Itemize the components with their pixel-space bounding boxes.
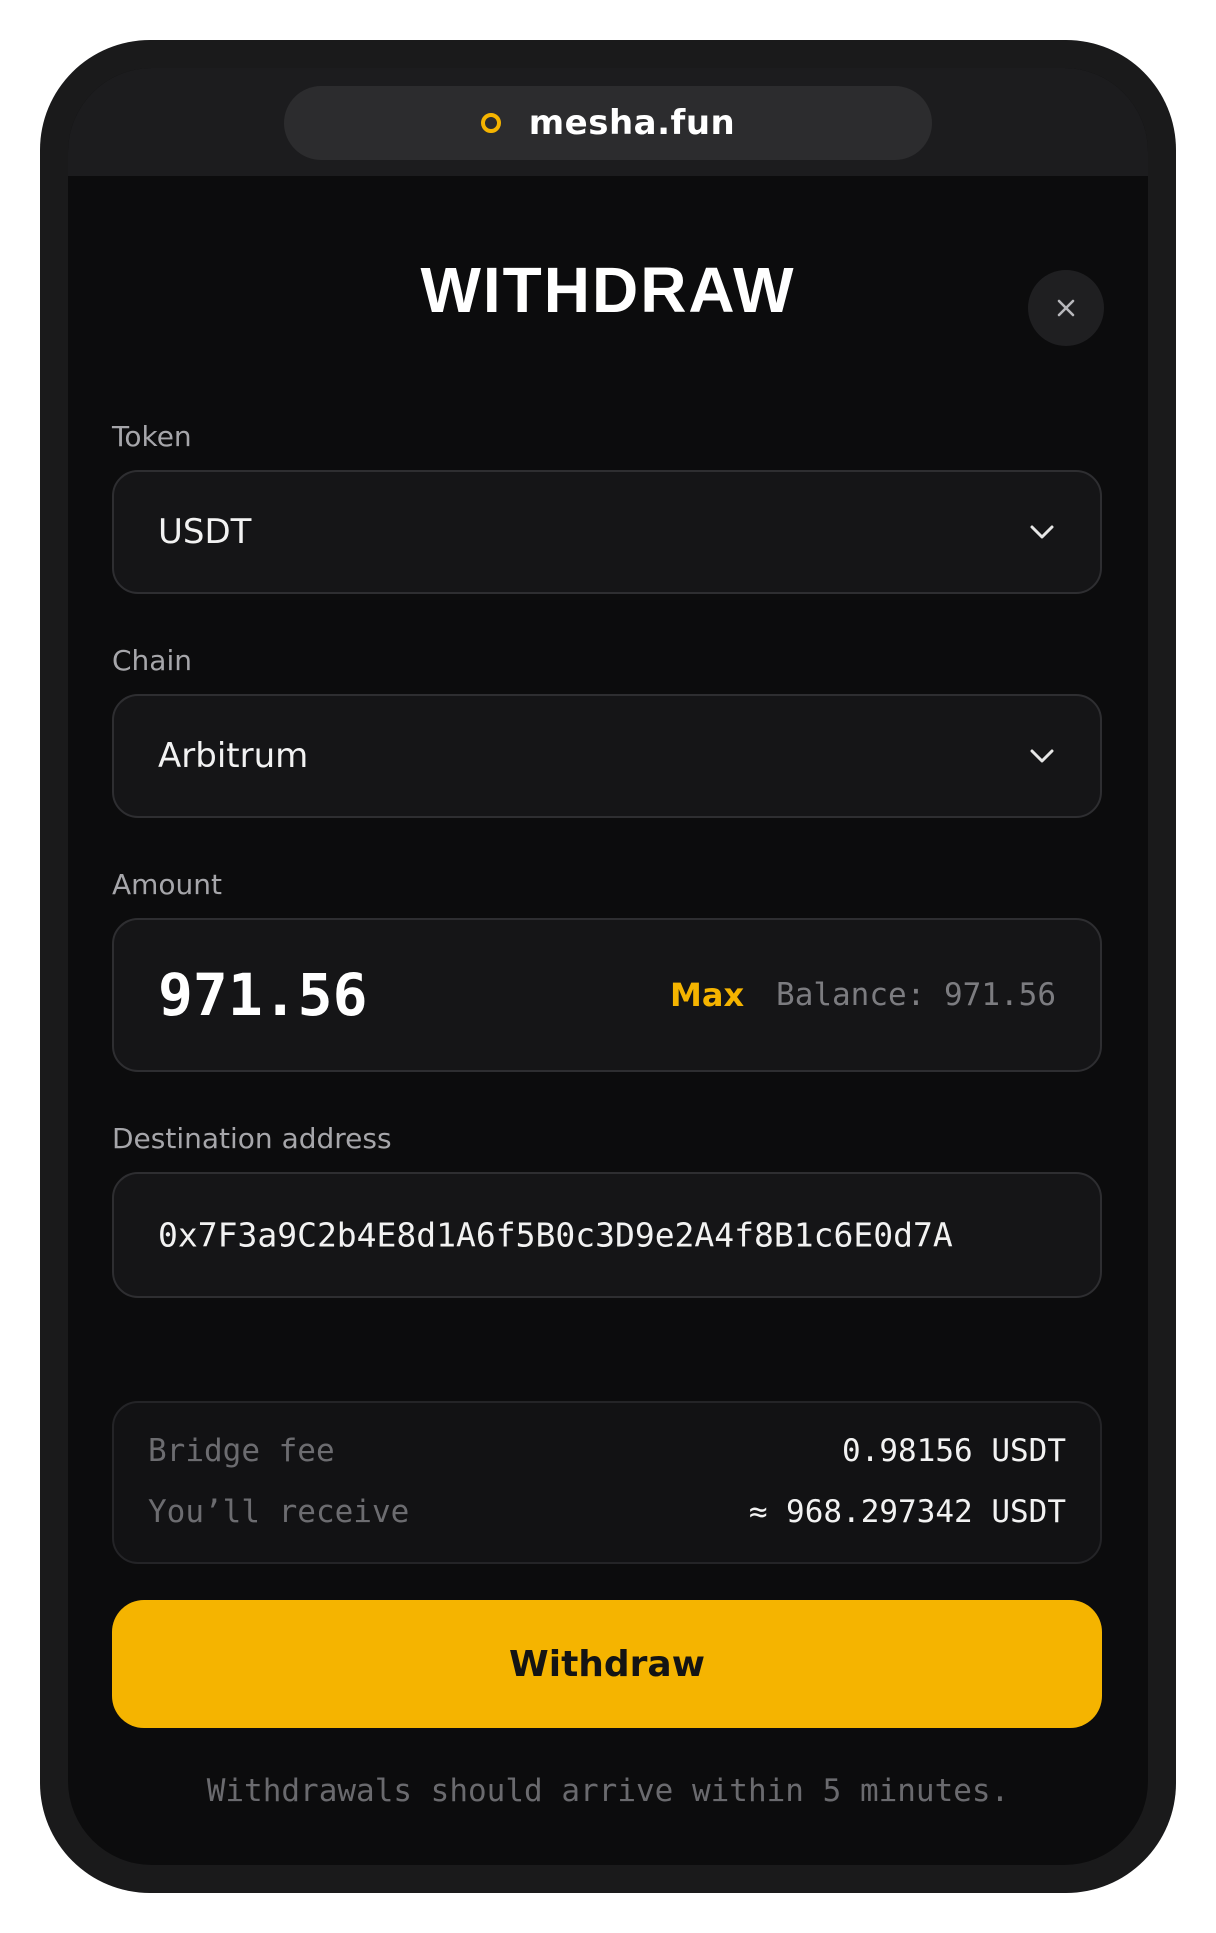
chevron-down-icon xyxy=(1030,525,1054,539)
bridge-fee-label: Bridge fee xyxy=(148,1433,335,1469)
withdraw-button[interactable]: Withdraw xyxy=(112,1600,1102,1728)
token-select[interactable]: USDT xyxy=(112,470,1102,594)
fee-summary: Bridge fee 0.98156 USDT You’ll receive ≈… xyxy=(112,1401,1102,1564)
phone-frame: mesha.fun WITHDRAW Token USDT Chain Arbi… xyxy=(40,40,1176,1893)
chain-select[interactable]: Arbitrum xyxy=(112,694,1102,818)
browser-bar: mesha.fun xyxy=(68,68,1148,176)
circle-icon xyxy=(480,113,501,133)
destination-label: Destination address xyxy=(112,1122,392,1155)
close-button[interactable] xyxy=(1028,270,1104,346)
receive-row: You’ll receive ≈ 968.297342 USDT xyxy=(148,1494,1066,1530)
screen: mesha.fun WITHDRAW Token USDT Chain Arbi… xyxy=(68,68,1148,1865)
close-icon xyxy=(1057,299,1075,317)
amount-input[interactable]: 971.56 xyxy=(158,961,368,1029)
amount-label: Amount xyxy=(112,868,223,901)
max-button[interactable]: Max xyxy=(670,976,744,1014)
token-value: USDT xyxy=(158,512,252,552)
token-label: Token xyxy=(112,420,192,453)
bridge-fee-value: 0.98156 USDT xyxy=(842,1433,1066,1469)
arrival-note: Withdrawals should arrive within 5 minut… xyxy=(206,1773,1010,1809)
chain-value: Arbitrum xyxy=(158,736,309,776)
modal-title: WITHDRAW xyxy=(420,254,796,326)
receive-label: You’ll receive xyxy=(148,1494,410,1530)
amount-field[interactable]: 971.56 Max Balance: 971.56 xyxy=(112,918,1102,1072)
destination-field[interactable]: 0x7F3a9C2b4E8d1A6f5B0c3D9e2A4f8B1c6E0d7A xyxy=(112,1172,1102,1298)
destination-input[interactable]: 0x7F3a9C2b4E8d1A6f5B0c3D9e2A4f8B1c6E0d7A xyxy=(158,1216,1056,1255)
url-bar[interactable]: mesha.fun xyxy=(284,86,932,160)
balance-text: Balance: 971.56 xyxy=(776,977,1056,1013)
chevron-down-icon xyxy=(1030,749,1054,763)
bridge-fee-row: Bridge fee 0.98156 USDT xyxy=(148,1433,1066,1469)
url-text: mesha.fun xyxy=(528,103,736,143)
chain-label: Chain xyxy=(112,644,192,677)
receive-value: ≈ 968.297342 USDT xyxy=(748,1494,1066,1530)
